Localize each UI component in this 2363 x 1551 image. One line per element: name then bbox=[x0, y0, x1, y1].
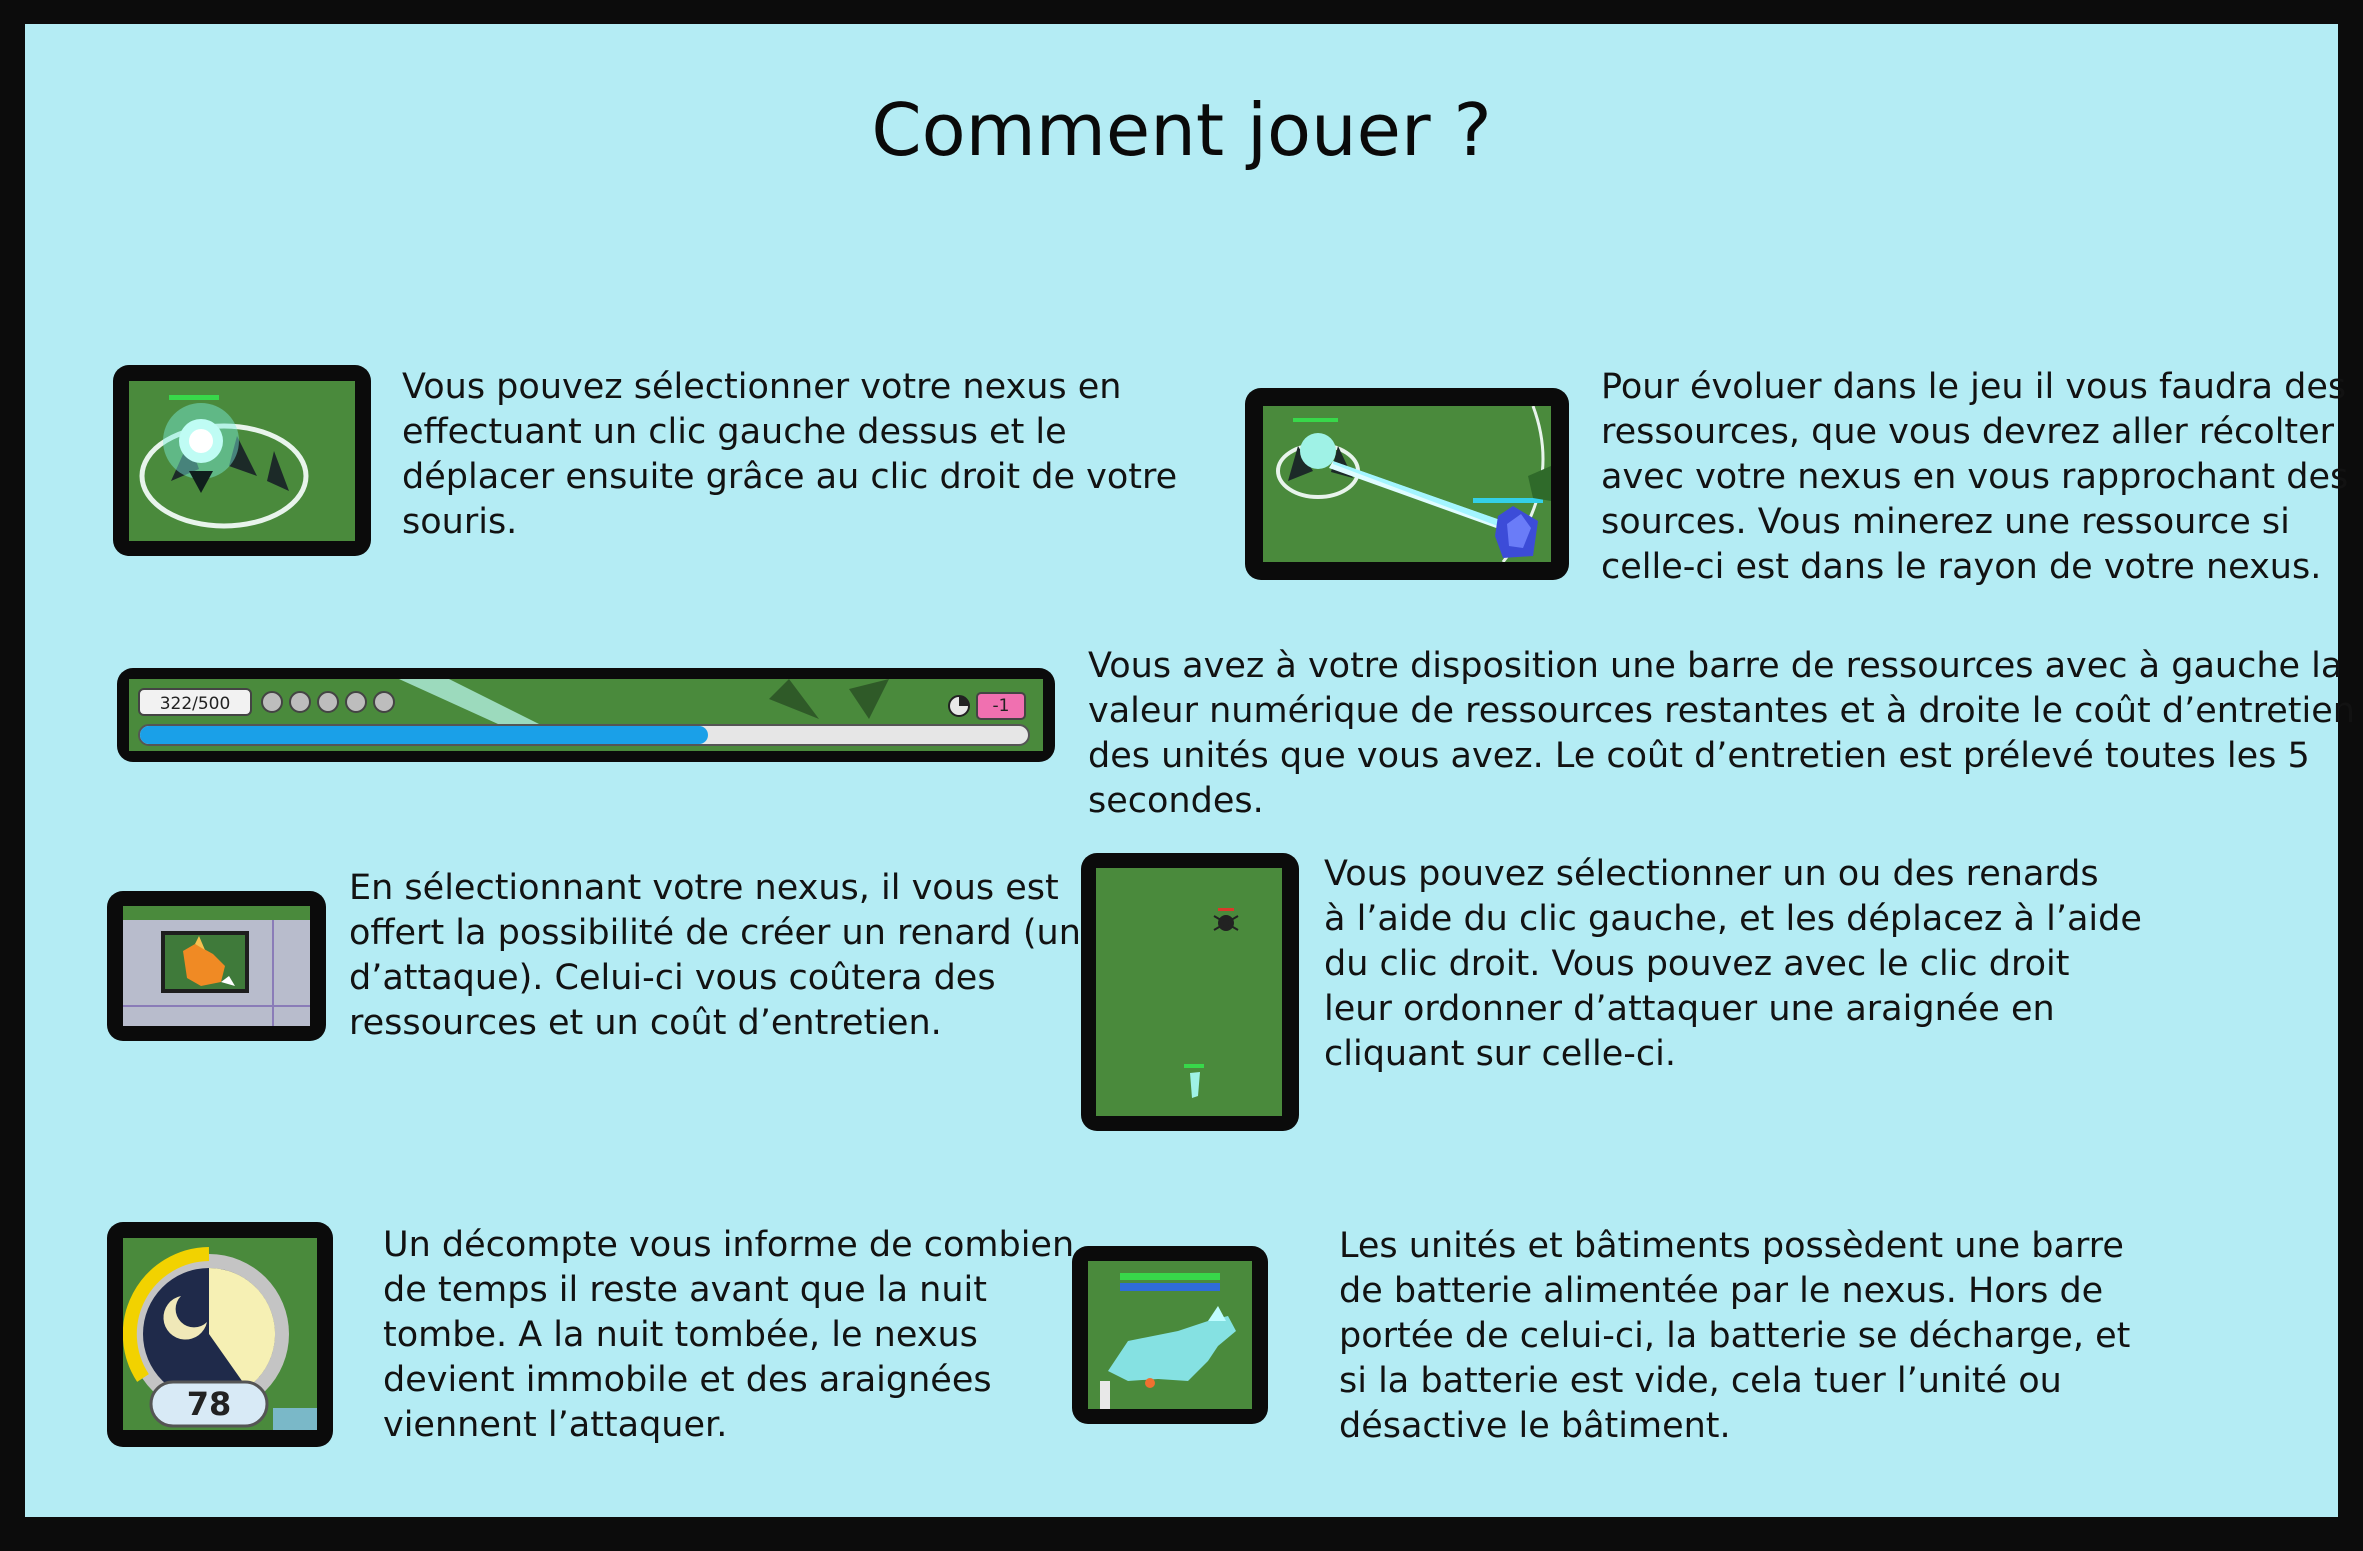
battery-bar-screenshot bbox=[1072, 1246, 1268, 1424]
fox-creation-screenshot bbox=[107, 891, 326, 1041]
night-timer-value: 78 bbox=[186, 1385, 232, 1423]
resource-harvest-text: Pour évoluer dans le jeu il vous faudra … bbox=[1601, 367, 2349, 587]
nexus-selection-screenshot bbox=[113, 365, 371, 556]
fox-creation-text: En sélectionnant votre nexus, il vous es… bbox=[349, 868, 1126, 1043]
resource-bar-screenshot: 322/500 -1 bbox=[117, 668, 1055, 762]
nexus-selection-text: Vous pouvez sélectionner votre nexus en … bbox=[402, 367, 1178, 542]
fox-control-text: Vous pouvez sélectionner un ou des renar… bbox=[1324, 854, 2142, 1074]
resource-bar-text: Vous avez à votre disposition une barre … bbox=[1088, 646, 2355, 821]
resource-harvest-screenshot bbox=[1245, 388, 1569, 580]
upkeep-cost-badge: -1 bbox=[992, 696, 1010, 716]
resource-value-label: 322/500 bbox=[159, 694, 231, 714]
page-title: Comment jouer ? bbox=[871, 88, 1492, 172]
fox-control-screenshot bbox=[1081, 853, 1299, 1131]
night-timer-screenshot: 78 bbox=[107, 1222, 333, 1447]
battery-bar-text: Les unités et bâtiments possèdent une ba… bbox=[1339, 1226, 2131, 1446]
night-timer-text: Un décompte vous informe de combien de t… bbox=[383, 1225, 1075, 1445]
